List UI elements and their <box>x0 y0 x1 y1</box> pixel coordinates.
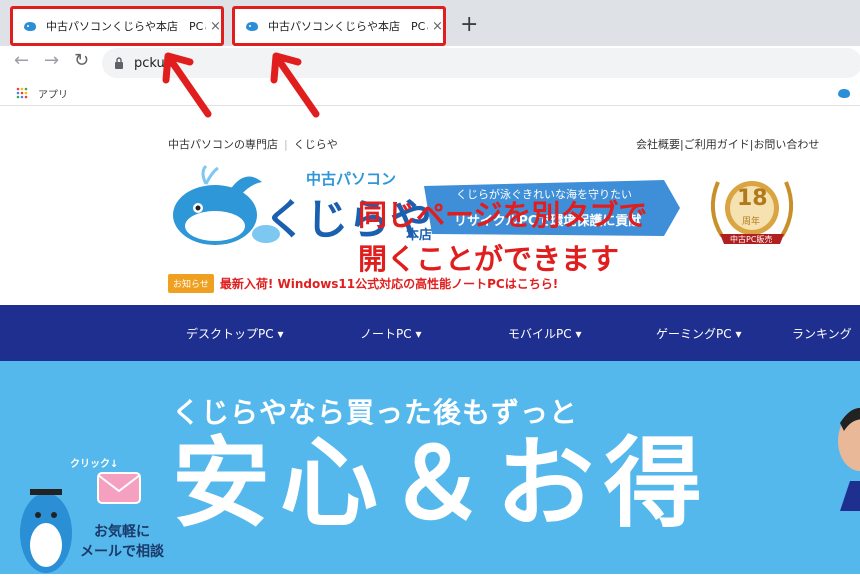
apps-grid-icon[interactable] <box>16 87 28 99</box>
tab-highlight-box <box>232 6 446 46</box>
mail-consult-widget[interactable]: クリック↓ お気軽に メールで相談 <box>10 453 164 578</box>
guide-link[interactable]: ご利用ガイド <box>684 138 750 151</box>
company-link[interactable]: 会社概要 <box>636 138 680 151</box>
contact-link[interactable]: お問い合わせ <box>753 138 819 151</box>
nav-gaming[interactable]: ゲーミングPC ▾ <box>656 325 741 342</box>
annotation-arrow-icon <box>162 52 212 118</box>
nav-ranking[interactable]: ランキング <box>792 325 852 342</box>
tab-strip: 中古パソコンくじらや本店 PCと安心 × 中古パソコンくじらや本店 PCと安心 … <box>0 0 860 46</box>
annotation-line1: 同じページを別タブで <box>358 198 648 232</box>
click-hint: クリック↓ <box>70 459 119 470</box>
site-utility-links: 会社概要|ご利用ガイド|お問い合わせ <box>636 138 820 151</box>
hero-banner: くじらやなら買った後もずっと 安心＆お得 クリック↓ お気軽に メールで相談 <box>0 361 860 574</box>
badge-number: 18 <box>737 186 768 211</box>
whale-extension-icon[interactable] <box>836 85 852 101</box>
hero-subtitle: くじらやなら買った後もずっと <box>172 396 579 429</box>
reload-icon[interactable]: ↻ <box>74 50 89 71</box>
annotation-arrow-icon <box>270 52 320 118</box>
lock-icon <box>115 57 123 69</box>
browser-toolbar: ← → ↻ pckuji <box>0 46 860 80</box>
forward-icon[interactable]: → <box>44 50 59 71</box>
nav-desktop[interactable]: デスクトップPC ▾ <box>186 325 283 342</box>
bookmarks-bar: アプリ <box>0 80 860 106</box>
nav-mobile[interactable]: モバイルPC ▾ <box>508 325 581 342</box>
badge-ribbon: 中古PC販売 <box>730 235 773 244</box>
hero-title: 安心＆お得 <box>172 427 713 541</box>
annotation-callout: 同じページを別タブで 開くことができます <box>358 194 647 281</box>
person-photo <box>838 408 860 511</box>
news-tag: お知らせ <box>168 274 214 293</box>
anniversary-badge: 18 周年 中古PC販売 <box>700 172 804 252</box>
mascot-line2: メールで相談 <box>80 544 164 560</box>
back-icon[interactable]: ← <box>14 50 29 71</box>
main-navigation: デスクトップPC ▾ ノートPC ▾ モバイルPC ▾ ゲーミングPC ▾ ラン… <box>0 305 860 361</box>
web-page: 中古パソコンの専門店 | くじらや 会社概要|ご利用ガイド|お問い合わせ 中古パソコ… <box>0 106 860 574</box>
tab-highlight-box <box>10 6 224 46</box>
mascot-line1: お気軽に <box>94 524 150 540</box>
nav-notebook[interactable]: ノートPC ▾ <box>360 325 421 342</box>
shop-link[interactable]: くじらや <box>294 138 338 151</box>
badge-unit: 周年 <box>742 217 761 227</box>
annotation-line2: 開くことができます <box>358 241 620 276</box>
site-top-links: 中古パソコンの専門店 | くじらや <box>168 138 338 151</box>
new-tab-button[interactable]: + <box>460 12 478 37</box>
tagline: 中古パソコンの専門店 <box>168 138 278 151</box>
apps-bookmark[interactable]: アプリ <box>38 86 68 101</box>
